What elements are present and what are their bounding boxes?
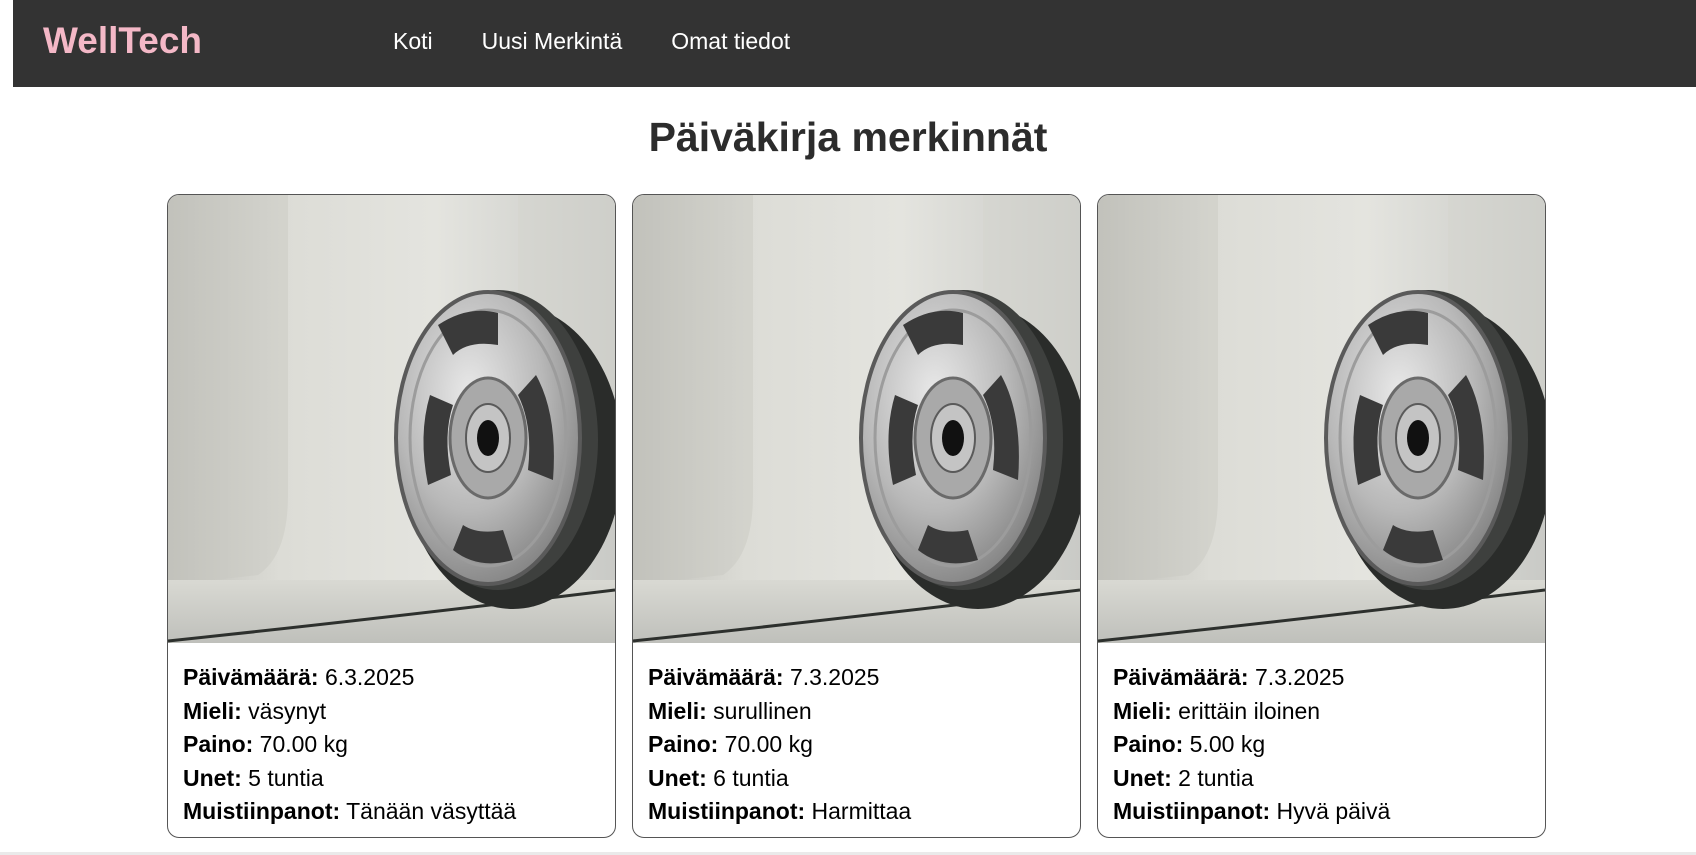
entry-date-row: Päivämäärä: 6.3.2025 — [183, 661, 600, 695]
weight-label: Paino: — [183, 731, 254, 757]
entry-details: Päivämäärä: 6.3.2025 Mieli: väsynyt Pain… — [168, 643, 615, 829]
entry-mood: väsynyt — [248, 697, 327, 724]
sleep-label: Unet: — [1113, 764, 1172, 791]
weight-plate-image — [1098, 195, 1545, 643]
entry-mood-row: Mieli: väsynyt — [183, 695, 600, 729]
entry-sleep-row: Unet: 2 tuntia — [1113, 762, 1530, 796]
date-label: Päivämäärä: — [183, 664, 319, 690]
diary-entry-card[interactable]: Päivämäärä: 6.3.2025 Mieli: väsynyt Pain… — [167, 194, 616, 838]
date-label: Päivämäärä: — [648, 664, 784, 690]
entry-sleep-row: Unet: 5 tuntia — [183, 762, 600, 796]
nav-link-home[interactable]: Koti — [393, 28, 433, 55]
top-navigation-bar: WellTech Koti Uusi Merkintä Omat tiedot — [13, 0, 1696, 87]
sleep-label: Unet: — [183, 764, 242, 791]
entry-sleep-row: Unet: 6 tuntia — [648, 762, 1065, 796]
notes-label: Muistiinpanot: — [183, 798, 341, 824]
entry-notes-row: Muistiinpanot: Hyvä päivä — [1113, 795, 1530, 829]
entry-sleep: 2 tuntia — [1178, 764, 1254, 791]
entry-weight-row: Paino: 70.00 kg — [648, 728, 1065, 762]
nav-link-profile[interactable]: Omat tiedot — [671, 28, 790, 55]
entry-notes: Hyvä päivä — [1276, 798, 1391, 824]
entry-weight-row: Paino: 5.00 kg — [1113, 728, 1530, 762]
main-nav: Koti Uusi Merkintä Omat tiedot — [393, 28, 839, 55]
nav-link-new-entry[interactable]: Uusi Merkintä — [482, 28, 623, 55]
site-logo[interactable]: WellTech — [43, 20, 202, 62]
entry-date: 7.3.2025 — [789, 664, 880, 690]
entry-date-row: Päivämäärä: 7.3.2025 — [1113, 661, 1530, 695]
entry-weight: 5.00 kg — [1189, 731, 1266, 757]
entry-sleep: 5 tuntia — [248, 764, 324, 791]
notes-label: Muistiinpanot: — [1113, 798, 1271, 824]
mood-label: Mieli: — [183, 697, 242, 724]
mood-label: Mieli: — [1113, 697, 1172, 724]
entry-date-row: Päivämäärä: 7.3.2025 — [648, 661, 1065, 695]
entry-weight: 70.00 kg — [724, 731, 813, 757]
entry-date: 6.3.2025 — [324, 664, 415, 690]
page-title: Päiväkirja merkinnät — [648, 114, 1048, 160]
weight-label: Paino: — [1113, 731, 1184, 757]
entry-mood-row: Mieli: erittäin iloinen — [1113, 695, 1530, 729]
entry-mood: erittäin iloinen — [1178, 697, 1321, 724]
date-label: Päivämäärä: — [1113, 664, 1249, 690]
weight-plate-image — [633, 195, 1080, 643]
entry-sleep: 6 tuntia — [713, 764, 789, 791]
entry-notes: Tänään väsyttää — [346, 798, 517, 824]
diary-entry-card[interactable]: Päivämäärä: 7.3.2025 Mieli: surullinen P… — [632, 194, 1081, 838]
weight-label: Paino: — [648, 731, 719, 757]
entry-mood: surullinen — [713, 697, 812, 724]
sleep-label: Unet: — [648, 764, 707, 791]
diary-entries-list: Päivämäärä: 6.3.2025 Mieli: väsynyt Pain… — [167, 194, 1546, 838]
mood-label: Mieli: — [648, 697, 707, 724]
entry-notes-row: Muistiinpanot: Harmittaa — [648, 795, 1065, 829]
weight-plate-image — [168, 195, 615, 643]
entry-notes: Harmittaa — [811, 798, 912, 824]
entry-date: 7.3.2025 — [1254, 664, 1345, 690]
entry-mood-row: Mieli: surullinen — [648, 695, 1065, 729]
entry-notes-row: Muistiinpanot: Tänään väsyttää — [183, 795, 600, 829]
entry-details: Päivämäärä: 7.3.2025 Mieli: erittäin ilo… — [1098, 643, 1545, 829]
diary-entry-card[interactable]: Päivämäärä: 7.3.2025 Mieli: erittäin ilo… — [1097, 194, 1546, 838]
notes-label: Muistiinpanot: — [648, 798, 806, 824]
entry-weight: 70.00 kg — [259, 731, 348, 757]
entry-details: Päivämäärä: 7.3.2025 Mieli: surullinen P… — [633, 643, 1080, 829]
entry-weight-row: Paino: 70.00 kg — [183, 728, 600, 762]
